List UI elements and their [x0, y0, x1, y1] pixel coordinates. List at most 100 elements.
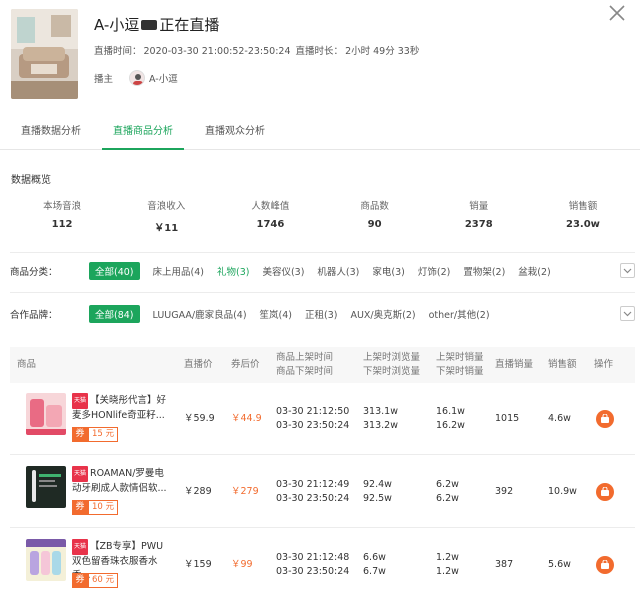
product-thumbnail[interactable]	[26, 466, 66, 508]
live-cover-image[interactable]	[11, 9, 78, 99]
anchor-label: 播主	[94, 74, 114, 85]
product-thumbnail[interactable]	[26, 393, 66, 435]
category-chip[interactable]: 礼物(3)	[217, 262, 249, 280]
category-chip-all[interactable]: 全部(40)	[89, 262, 140, 280]
stat-item: 销量 2378	[427, 198, 531, 234]
up-sales: 1.2w	[436, 552, 459, 563]
tab-product-analysis[interactable]: 直播商品分析	[102, 113, 184, 150]
anchor-name[interactable]: A-小逗	[149, 71, 178, 85]
stat-item: 音浪收入 ￥11	[114, 198, 218, 234]
shop-bag-icon[interactable]	[596, 410, 614, 428]
product-name[interactable]: 天猫 【关晓彤代言】好麦多HONlife奇亚籽...	[72, 393, 172, 423]
up-sales: 16.1w	[436, 406, 465, 417]
col-down-sales: 下架时销量	[436, 366, 484, 377]
coupon-price: ￥279	[231, 486, 259, 497]
up-sales: 6.2w	[436, 479, 459, 490]
coupon-badge: 券 15 元	[72, 427, 119, 442]
brand-chip[interactable]: other/其他(2)	[429, 305, 490, 323]
avatar[interactable]	[129, 70, 145, 86]
stat-item: 本场音浪 112	[10, 198, 114, 234]
coupon-badge: 券 60 元	[72, 573, 119, 588]
down-views: 313.2w	[363, 420, 398, 431]
live-price: ￥289	[184, 486, 212, 497]
tmall-tag: 天猫	[72, 466, 89, 482]
stat-item: 销售额 23.0w	[531, 198, 635, 234]
stat-label: 商品数	[360, 201, 389, 212]
shelf-up-time: 03-30 21:12:50	[276, 406, 350, 417]
expand-brands-button[interactable]	[620, 306, 635, 321]
shelf-down-time: 03-30 23:50:24	[276, 566, 350, 577]
table-row[interactable]: 天猫 【关晓彤代言】好麦多HONlife奇亚籽... 券 15 元 ￥59.9 ￥4…	[10, 383, 635, 455]
shop-bag-icon[interactable]	[596, 483, 614, 501]
col-live-price: 直播价	[184, 359, 213, 370]
shelf-down-time: 03-30 23:50:24	[276, 493, 350, 504]
brand-chip[interactable]: 笙岚(4)	[260, 305, 292, 323]
analysis-tabs: 直播数据分析 直播商品分析 直播观众分析	[0, 113, 640, 150]
coupon-amount: 60 元	[88, 573, 119, 588]
live-meta: 直播时间： 2020-03-30 21:00:52-23:50:24 直播时长： 2…	[94, 43, 421, 57]
stat-value: 112	[51, 219, 73, 230]
stat-label: 销量	[469, 201, 489, 212]
category-chip[interactable]: 床上用品(4)	[153, 262, 204, 280]
category-chip[interactable]: 美容仪(3)	[262, 262, 304, 280]
chevron-down-icon	[623, 311, 632, 316]
down-sales: 1.2w	[436, 566, 459, 577]
coupon-label: 券	[72, 573, 88, 588]
category-chip[interactable]: 灯饰(2)	[418, 262, 450, 280]
product-name[interactable]: 天猫 ROAMAN/罗曼电动牙刷成人款情侣软...	[72, 466, 172, 496]
close-icon[interactable]	[608, 4, 626, 22]
tmall-tag: 天猫	[72, 393, 89, 409]
coupon-amount: 15 元	[88, 427, 119, 442]
live-sales: 392	[495, 486, 514, 497]
down-views: 92.5w	[363, 493, 392, 504]
col-action: 操作	[594, 359, 614, 370]
revenue: 10.9w	[548, 486, 577, 497]
coupon-price: ￥99	[231, 559, 253, 570]
stat-value: 2378	[464, 219, 493, 230]
chevron-down-icon	[623, 268, 632, 273]
tab-audience-analysis[interactable]: 直播观众分析	[194, 113, 276, 149]
tab-live-data[interactable]: 直播数据分析	[10, 113, 92, 149]
brand-filter: 合作品牌： 全部(84) LUUGAA/鹿家良品(4) 笙岚(4) 正租(3) …	[10, 303, 635, 325]
shelf-up-time: 03-30 21:12:49	[276, 479, 350, 490]
category-chip[interactable]: 盆栽(2)	[518, 262, 550, 280]
live-time-label: 直播时间：	[94, 46, 142, 57]
live-sales: 387	[495, 559, 514, 570]
coupon-badge: 券 10 元	[72, 500, 119, 515]
live-header: A-小逗 正在直播 直播时间： 2020-03-30 21:00:52-23:50:…	[0, 0, 640, 112]
stat-value: 23.0w	[565, 219, 600, 230]
col-down-views: 下架时浏览量	[363, 366, 421, 377]
shelf-down-time: 03-30 23:50:24	[276, 420, 350, 431]
shop-bag-icon[interactable]	[596, 556, 614, 574]
divider	[10, 292, 635, 293]
table-row[interactable]: 天猫 ROAMAN/罗曼电动牙刷成人款情侣软... 券 10 元 ￥289 ￥279…	[10, 456, 635, 528]
stat-label: 人数峰值	[251, 201, 290, 212]
stat-label: 音浪收入	[147, 201, 186, 212]
expand-categories-button[interactable]	[620, 263, 635, 278]
brand-chip-all[interactable]: 全部(84)	[89, 305, 140, 323]
table-row[interactable]: 天猫【ZB专享】PWU双色留香珠衣服香水香... 券60 元 ￥159 ￥99 …	[10, 529, 635, 591]
live-status-text: 正在直播	[159, 16, 220, 34]
stat-label: 销售额	[568, 201, 598, 212]
product-thumbnail[interactable]	[26, 539, 66, 581]
revenue: 5.6w	[548, 559, 571, 570]
down-sales: 6.2w	[436, 493, 459, 504]
category-chip[interactable]: 家电(3)	[372, 262, 404, 280]
up-views: 313.1w	[363, 406, 398, 417]
live-price: ￥159	[184, 559, 212, 570]
brand-filter-label: 合作品牌：	[10, 310, 58, 321]
down-views: 6.7w	[363, 566, 386, 577]
category-chip[interactable]: 机器人(3)	[317, 262, 359, 280]
anchor-row: 播主 A-小逗	[94, 70, 178, 86]
coupon-price: ￥44.9	[231, 413, 262, 424]
divider	[10, 252, 635, 253]
col-up-sales: 上架时销量	[436, 352, 484, 363]
stat-value: 1746	[256, 219, 285, 230]
col-shelf-down-time: 商品下架时间	[276, 366, 334, 377]
category-chip[interactable]: 置物架(2)	[463, 262, 505, 280]
tmall-tag: 天猫	[72, 539, 89, 555]
brand-chip[interactable]: 正租(3)	[305, 305, 337, 323]
brand-chip[interactable]: LUUGAA/鹿家良品(4)	[153, 305, 247, 323]
live-title: A-小逗 正在直播	[94, 14, 219, 35]
brand-chip[interactable]: AUX/奥克斯(2)	[350, 305, 415, 323]
